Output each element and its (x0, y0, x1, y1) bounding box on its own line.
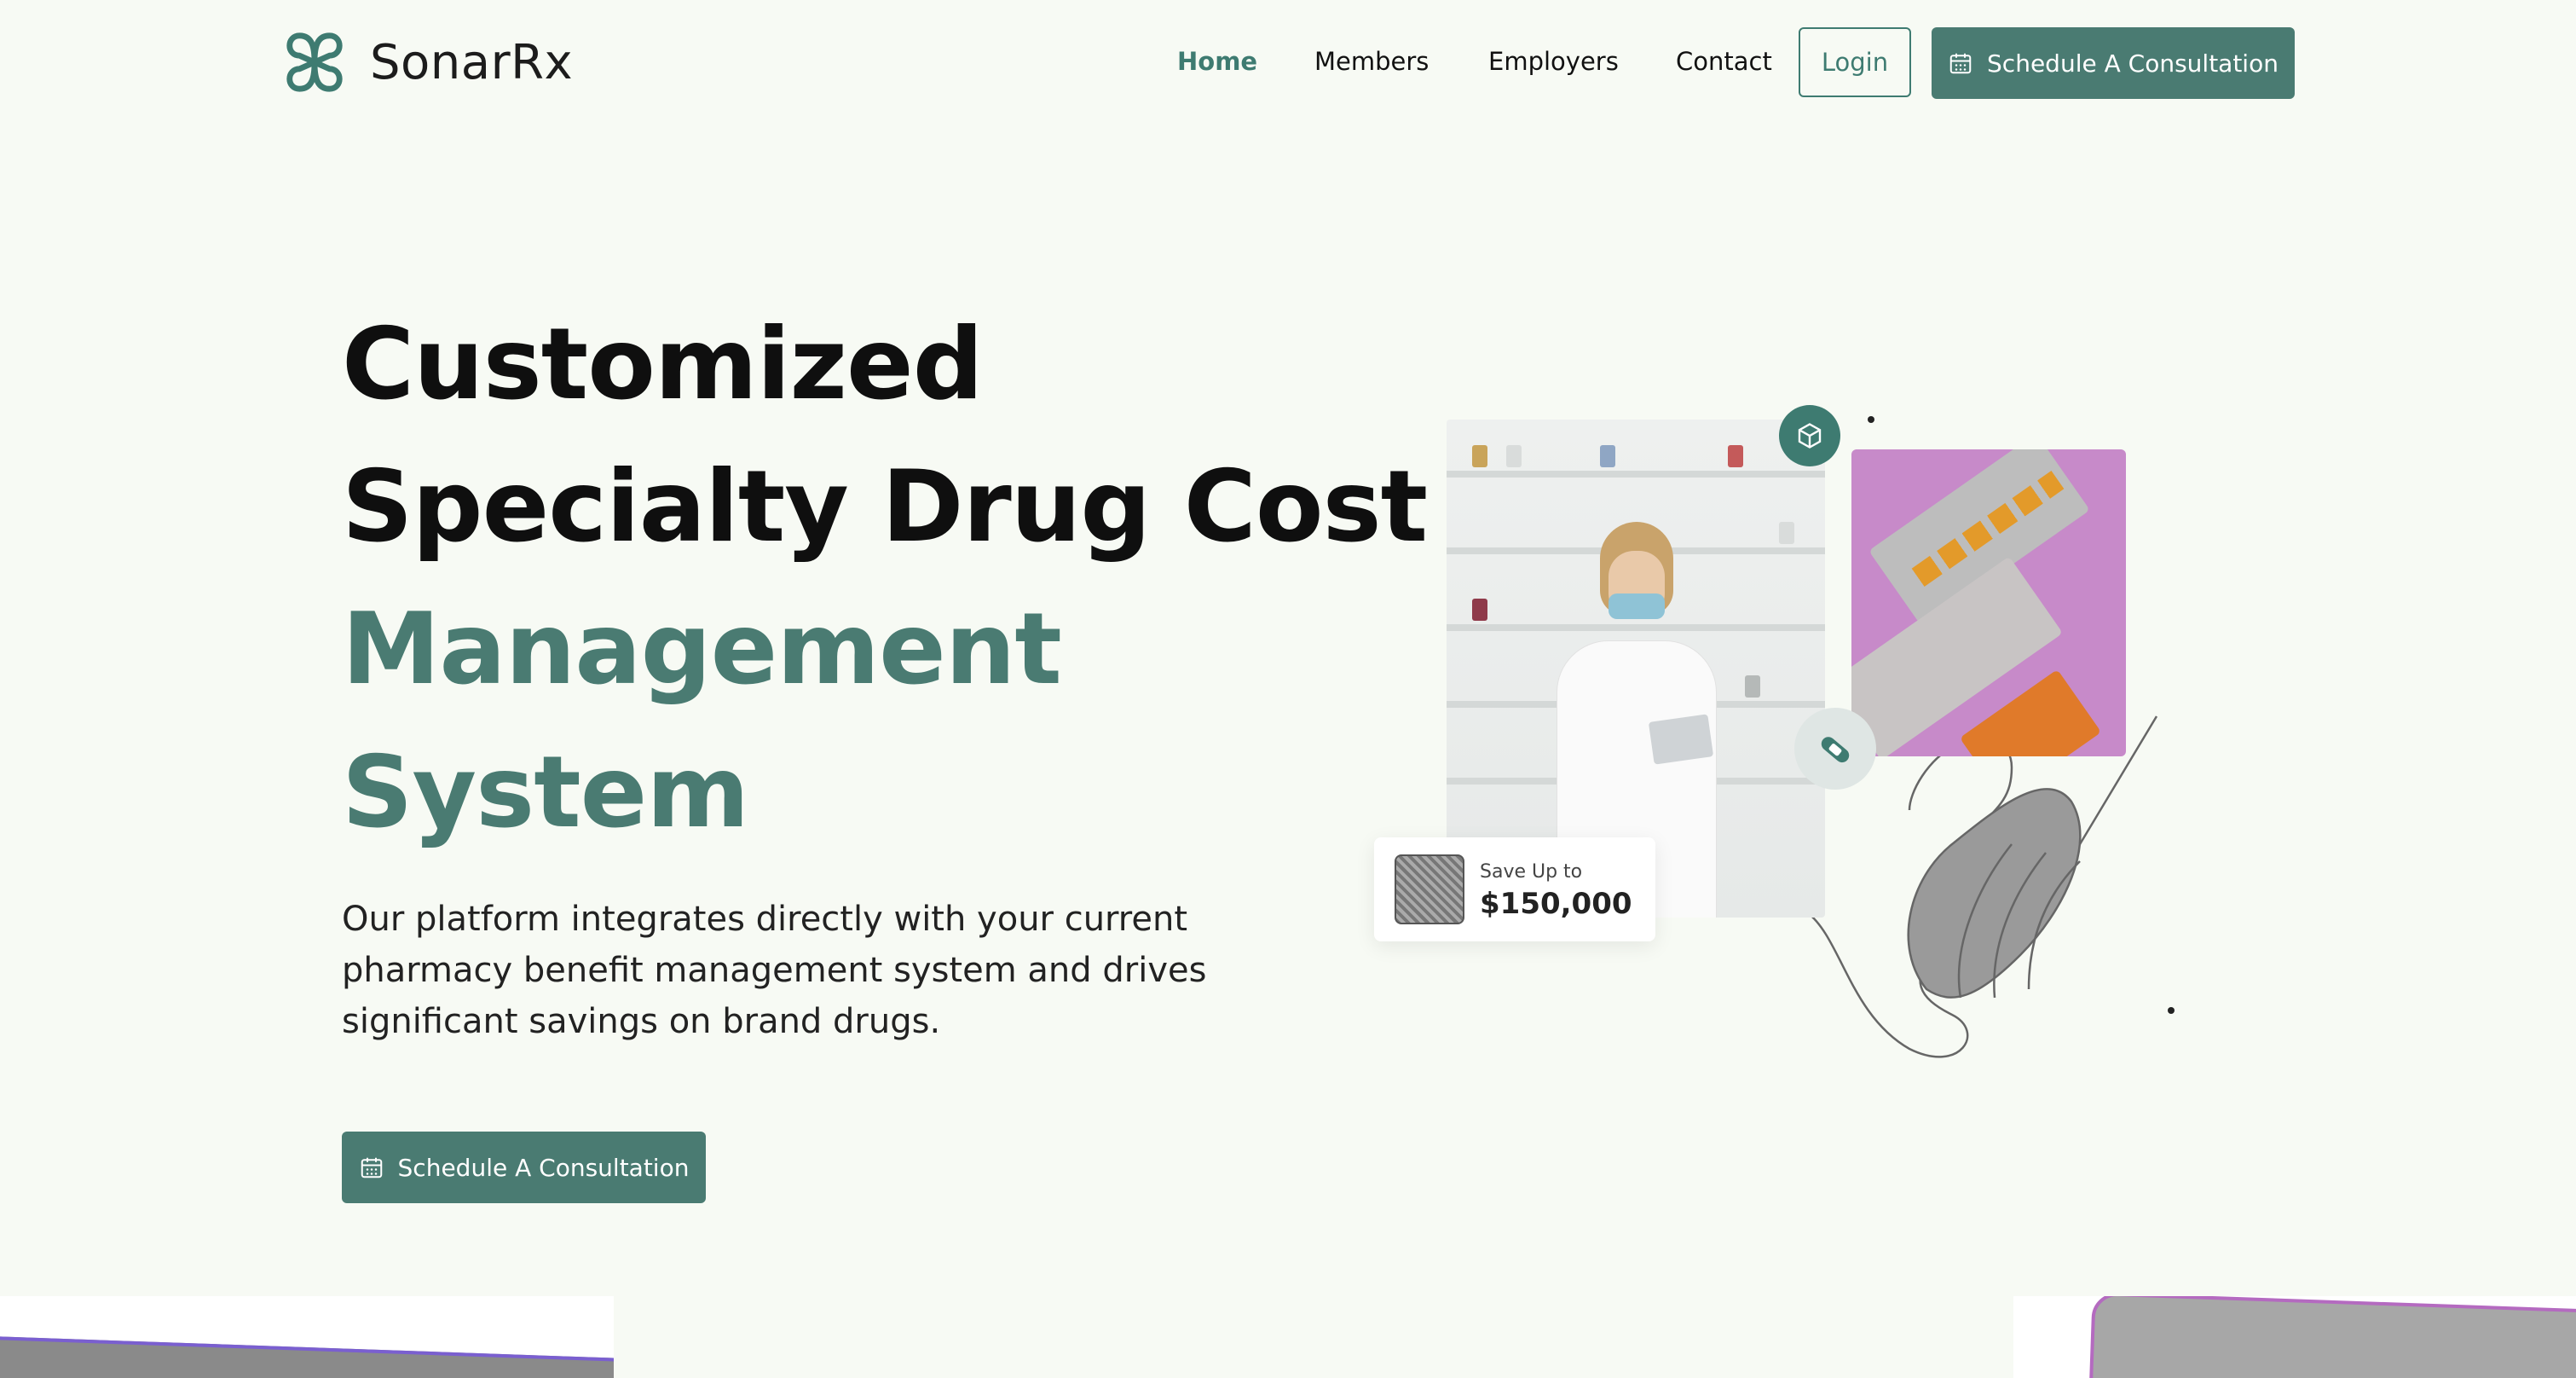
schedule-consultation-label: Schedule A Consultation (1987, 49, 2279, 78)
nav-link-contact[interactable]: Contact (1676, 44, 1772, 78)
top-navigation: SonarRx Home Members Employers Contact L… (0, 0, 2576, 124)
brand-name: SonarRx (370, 34, 574, 90)
hero-description-line: Our platform integrates directly with yo… (342, 900, 1188, 939)
pill-icon (1794, 708, 1876, 790)
calendar-icon (1949, 53, 1972, 74)
hero-headline-line-4: System (342, 735, 749, 850)
calendar-icon (361, 1157, 382, 1178)
hero-illustration: Save Up to $150,000 (1364, 401, 2216, 1083)
schedule-consultation-button[interactable]: Schedule A Consultation (1932, 27, 2295, 99)
brand-logo[interactable]: SonarRx (281, 29, 573, 96)
hero-schedule-consultation-label: Schedule A Consultation (397, 1153, 690, 1182)
hero-description: Our platform integrates directly with yo… (342, 894, 1207, 1047)
hero-description-line: pharmacy benefit management system and d… (342, 951, 1207, 990)
hero-description-line: significant savings on brand drugs. (342, 1002, 941, 1041)
hero-headline-line-1: Customized (342, 307, 984, 422)
nav-link-employers[interactable]: Employers (1488, 44, 1619, 78)
savings-card: Save Up to $150,000 (1374, 837, 1655, 941)
package-icon (1779, 405, 1840, 466)
sonarrx-logo-icon (286, 32, 343, 92)
qr-code-icon (1395, 854, 1464, 924)
pills-photo (1851, 449, 2126, 756)
nav-link-home[interactable]: Home (1177, 44, 1257, 78)
login-button[interactable]: Login (1799, 27, 1911, 97)
next-section-right-image (2013, 1296, 2576, 1378)
savings-label: Save Up to (1480, 861, 1583, 883)
savings-value: $150,000 (1480, 887, 1632, 921)
hero-headline-line-3: Management (342, 592, 1062, 707)
hero-schedule-consultation-button[interactable]: Schedule A Consultation (342, 1132, 706, 1203)
hero-headline-line-2: Specialty Drug Cost (342, 449, 1428, 565)
next-section-left-image (0, 1296, 614, 1378)
nav-link-members[interactable]: Members (1314, 44, 1429, 78)
